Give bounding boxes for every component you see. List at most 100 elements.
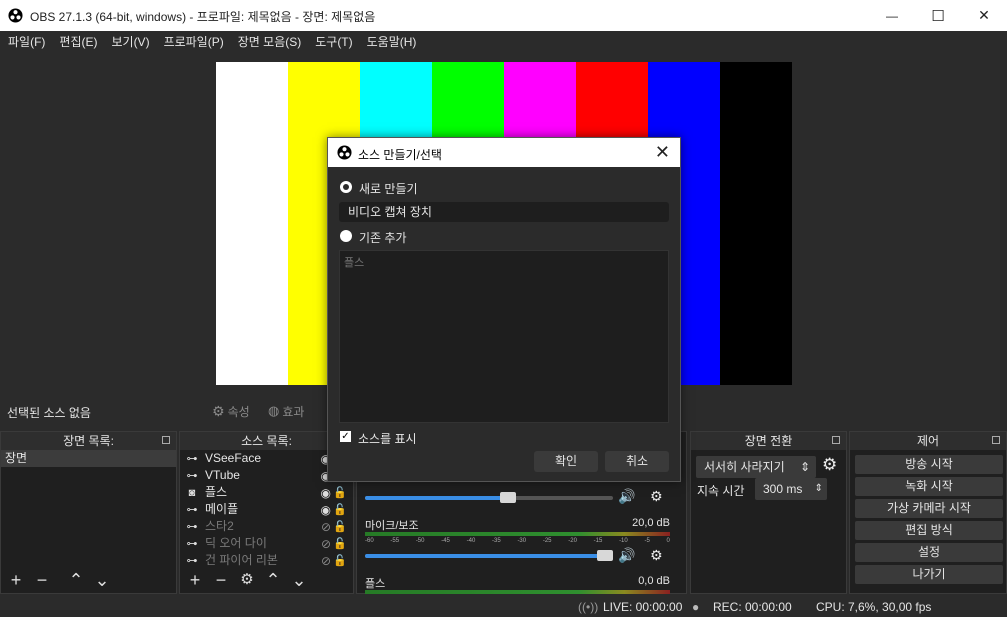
list-item[interactable]: 플스 <box>344 254 664 270</box>
gamepad-icon: ⊶ <box>186 470 198 482</box>
volume-fill <box>365 554 613 558</box>
undock-icon[interactable] <box>832 436 840 444</box>
eye-icon[interactable]: ◉ <box>321 502 331 519</box>
source-item[interactable]: ◙ 플스 ◉ 🔓 <box>180 484 353 501</box>
start-recording-button[interactable]: 녹화 시작 <box>855 477 1003 496</box>
lock-icon[interactable]: 🔓 <box>333 536 347 553</box>
filters-button[interactable]: ◍ 효과 <box>264 401 308 421</box>
tick-label: -10 <box>619 538 628 544</box>
transition-select[interactable]: 서서히 사라지기 ⇕ <box>696 456 816 478</box>
undock-icon[interactable] <box>992 436 1000 444</box>
tick-label: -20 <box>568 538 577 544</box>
new-source-name-input[interactable]: 비디오 캡쳐 장치 <box>339 202 669 222</box>
remove-icon[interactable]: − <box>33 571 51 589</box>
gamepad-icon: ⊶ <box>186 453 198 465</box>
make-visible-checkbox[interactable]: ✓ <box>340 431 351 442</box>
speaker-icon[interactable]: 🔊 <box>618 547 635 564</box>
gear-icon[interactable]: ⚙ <box>238 571 256 589</box>
controls-dock: 제어 방송 시작 녹화 시작 가상 카메라 시작 편집 방식 설정 나가기 <box>849 431 1007 594</box>
source-item[interactable]: ⊶ 딕 오어 다이 ⊘ 🔓 <box>180 535 353 552</box>
level-meter <box>365 532 670 536</box>
record-dot-icon: ● <box>692 600 700 614</box>
menu-tools[interactable]: 도구(T) <box>307 33 358 50</box>
move-down-icon[interactable]: ⌄ <box>290 571 308 589</box>
undock-icon[interactable] <box>162 436 170 444</box>
move-down-icon[interactable]: ⌄ <box>93 571 111 589</box>
volume-fill <box>365 496 517 500</box>
add-icon[interactable]: + <box>186 571 204 589</box>
rec-status: REC: 00:00:00 <box>713 600 792 614</box>
sources-footer: + − ⚙ ⌃ ⌄ <box>180 567 353 593</box>
volume-slider[interactable] <box>365 550 613 561</box>
gear-icon: ⚙ <box>212 402 225 419</box>
meter-ticks: -60 -55 -50 -45 -40 -35 -30 -25 -20 -15 -10 -5 0 <box>365 538 670 544</box>
add-icon[interactable]: + <box>7 571 25 589</box>
exit-button[interactable]: 나가기 <box>855 565 1003 584</box>
menu-profile[interactable]: 프로파일(P) <box>156 33 230 50</box>
eye-hidden-icon[interactable]: ⊘ <box>321 536 331 553</box>
menu-scene-collection[interactable]: 장면 모음(S) <box>230 33 308 50</box>
duration-input[interactable]: 300 ms ⇕ <box>755 478 827 500</box>
source-item[interactable]: ⊶ 스타2 ⊘ 🔓 <box>180 518 353 535</box>
lock-icon[interactable]: 🔓 <box>333 519 347 536</box>
scene-item[interactable]: 장면 <box>1 450 176 467</box>
gamepad-icon: ⊶ <box>186 504 198 516</box>
source-name: VTube <box>205 468 240 482</box>
minimize-button[interactable]: — <box>869 0 915 31</box>
live-status: LIVE: 00:00:00 <box>603 600 683 614</box>
gear-icon[interactable]: ⚙ <box>650 488 663 505</box>
eye-icon[interactable]: ◉ <box>321 485 331 502</box>
menu-file[interactable]: 파일(F) <box>0 33 51 50</box>
properties-label: 속성 <box>227 404 250 419</box>
spin-arrows-icon: ⇕ <box>799 460 810 474</box>
gamepad-icon: ⊶ <box>186 538 198 550</box>
menu-view[interactable]: 보기(V) <box>103 33 155 50</box>
tick-label: -45 <box>441 538 450 544</box>
close-icon[interactable]: ✕ <box>655 142 670 163</box>
controls-header: 제어 <box>850 432 1006 450</box>
start-streaming-button[interactable]: 방송 시작 <box>855 455 1003 474</box>
settings-button[interactable]: 설정 <box>855 543 1003 562</box>
menu-bar: 파일(F) 편집(E) 보기(V) 프로파일(P) 장면 모음(S) 도구(T)… <box>0 31 1007 52</box>
start-virtual-camera-button[interactable]: 가상 카메라 시작 <box>855 499 1003 518</box>
source-item[interactable]: ⊶ 메이플 ◉ 🔓 <box>180 501 353 518</box>
studio-mode-button[interactable]: 편집 방식 <box>855 521 1003 540</box>
gamepad-icon: ⊶ <box>186 521 198 533</box>
scenes-title: 장면 목록: <box>63 434 114 448</box>
duration-value: 300 ms <box>763 482 803 496</box>
scenes-footer: + − ⌃ ⌄ <box>1 567 176 593</box>
title-bar: OBS 27.1.3 (64-bit, windows) - 프로파일: 제목없… <box>0 0 1007 31</box>
close-button[interactable]: ✕ <box>961 0 1007 31</box>
speaker-icon[interactable]: 🔊 <box>618 488 635 505</box>
transitions-dock: 장면 전환 서서히 사라지기 ⇕ ⚙ 지속 시간 300 ms ⇕ <box>690 431 847 594</box>
gear-icon[interactable]: ⚙ <box>650 547 663 564</box>
cancel-button[interactable]: 취소 <box>605 451 669 472</box>
ok-button[interactable]: 확인 <box>534 451 598 472</box>
volume-thumb[interactable] <box>597 550 613 561</box>
existing-sources-list[interactable]: 플스 <box>339 250 669 423</box>
properties-button[interactable]: ⚙ 속성 <box>208 401 254 421</box>
source-name: 딕 오어 다이 <box>205 536 267 550</box>
move-up-icon[interactable]: ⌃ <box>67 571 85 589</box>
close-icon: ✕ <box>978 7 990 23</box>
menu-edit[interactable]: 편집(E) <box>51 33 103 50</box>
move-up-icon[interactable]: ⌃ <box>264 571 282 589</box>
eye-hidden-icon[interactable]: ⊘ <box>321 519 331 536</box>
add-existing-radio[interactable] <box>340 230 352 242</box>
remove-icon[interactable]: − <box>212 571 230 589</box>
gear-icon[interactable]: ⚙ <box>822 455 837 475</box>
scenes-header: 장면 목록: <box>1 432 176 450</box>
tick-label: 0 <box>666 538 670 544</box>
volume-slider[interactable] <box>365 492 613 503</box>
menu-help[interactable]: 도움말(H) <box>359 33 423 50</box>
tick-label: -15 <box>593 538 603 544</box>
create-new-label: 새로 만들기 <box>359 182 418 196</box>
maximize-button[interactable]: ☐ <box>915 0 961 31</box>
tick-label: -55 <box>390 538 400 544</box>
controls-title: 제어 <box>916 434 940 448</box>
source-name: VSeeFace <box>205 451 262 465</box>
lock-icon[interactable]: 🔓 <box>333 485 347 502</box>
volume-thumb[interactable] <box>500 492 517 503</box>
create-new-radio[interactable] <box>340 181 352 193</box>
lock-icon[interactable]: 🔓 <box>333 502 347 519</box>
